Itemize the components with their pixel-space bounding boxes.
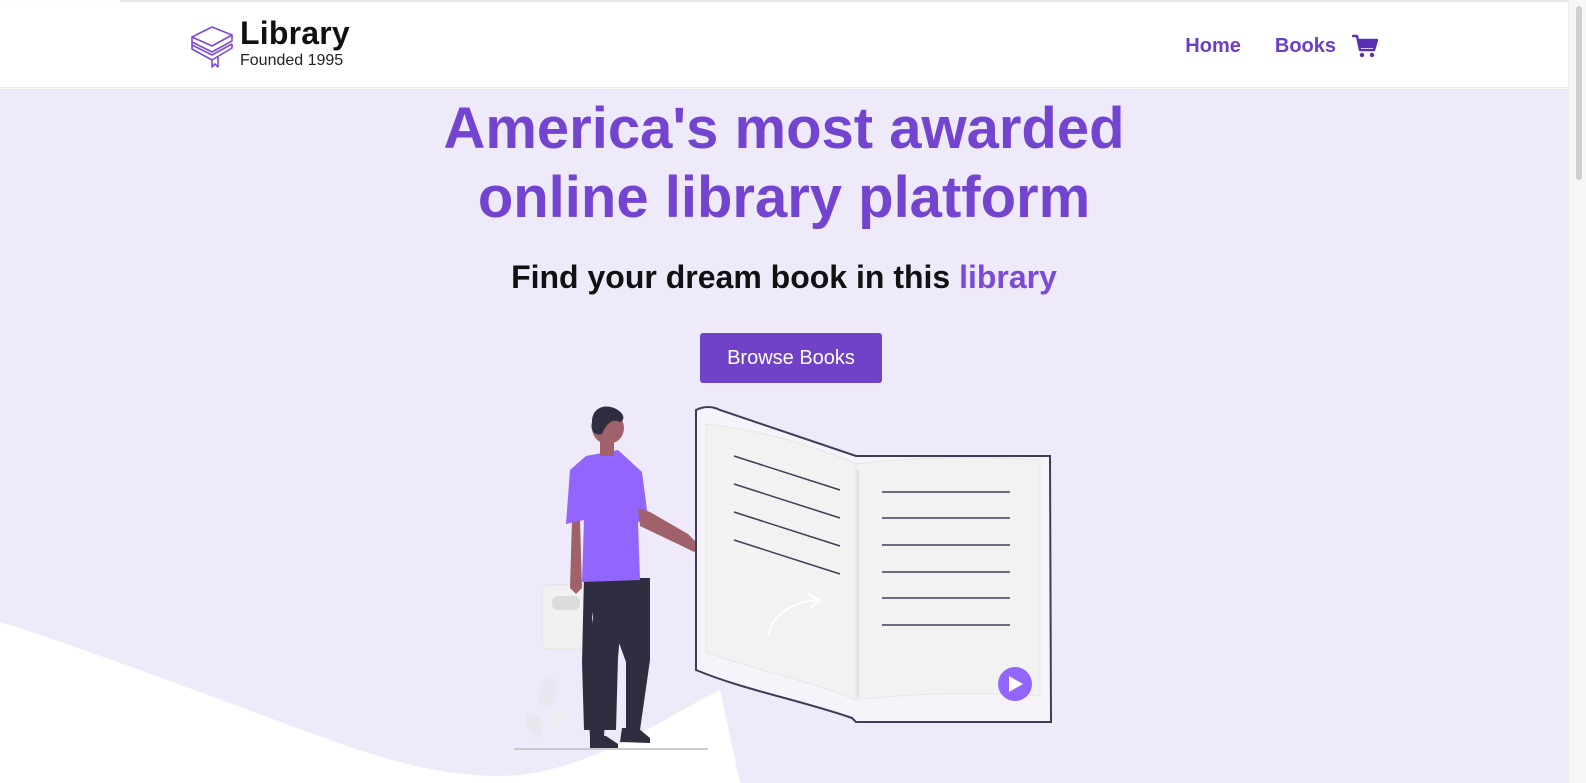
nav-books-link[interactable]: Books <box>1275 30 1336 62</box>
browse-books-button[interactable]: Browse Books <box>700 333 882 383</box>
hero-subheading-text: Find your dream book in this <box>511 259 960 295</box>
hero-headline-line2: online library platform <box>477 165 1091 230</box>
person-reading-open-book-illustration <box>514 406 1053 750</box>
hero-headline-line1: America's most awarded <box>443 96 1125 161</box>
hero-headline: America's most awarded online library pl… <box>0 94 1568 232</box>
shopping-cart-icon[interactable] <box>1352 33 1378 59</box>
books-stack-icon <box>191 26 233 68</box>
site-header: Library Founded 1995 Home Books <box>0 4 1568 88</box>
logo-title: Library <box>240 15 350 51</box>
logo-link[interactable]: Library Founded 1995 <box>190 16 350 70</box>
nav-home-link[interactable]: Home <box>1185 30 1241 62</box>
main-nav: Home Books <box>1151 30 1378 62</box>
page: Library Founded 1995 Home Books America'… <box>0 0 1586 783</box>
scrollbar-thumb[interactable] <box>1576 6 1582 180</box>
hero-subheading-accent: library <box>959 259 1057 295</box>
logo-subtitle: Founded 1995 <box>240 52 344 69</box>
hero-subheading: Find your dream book in this library <box>0 257 1568 297</box>
scrollbar[interactable] <box>1568 0 1586 783</box>
